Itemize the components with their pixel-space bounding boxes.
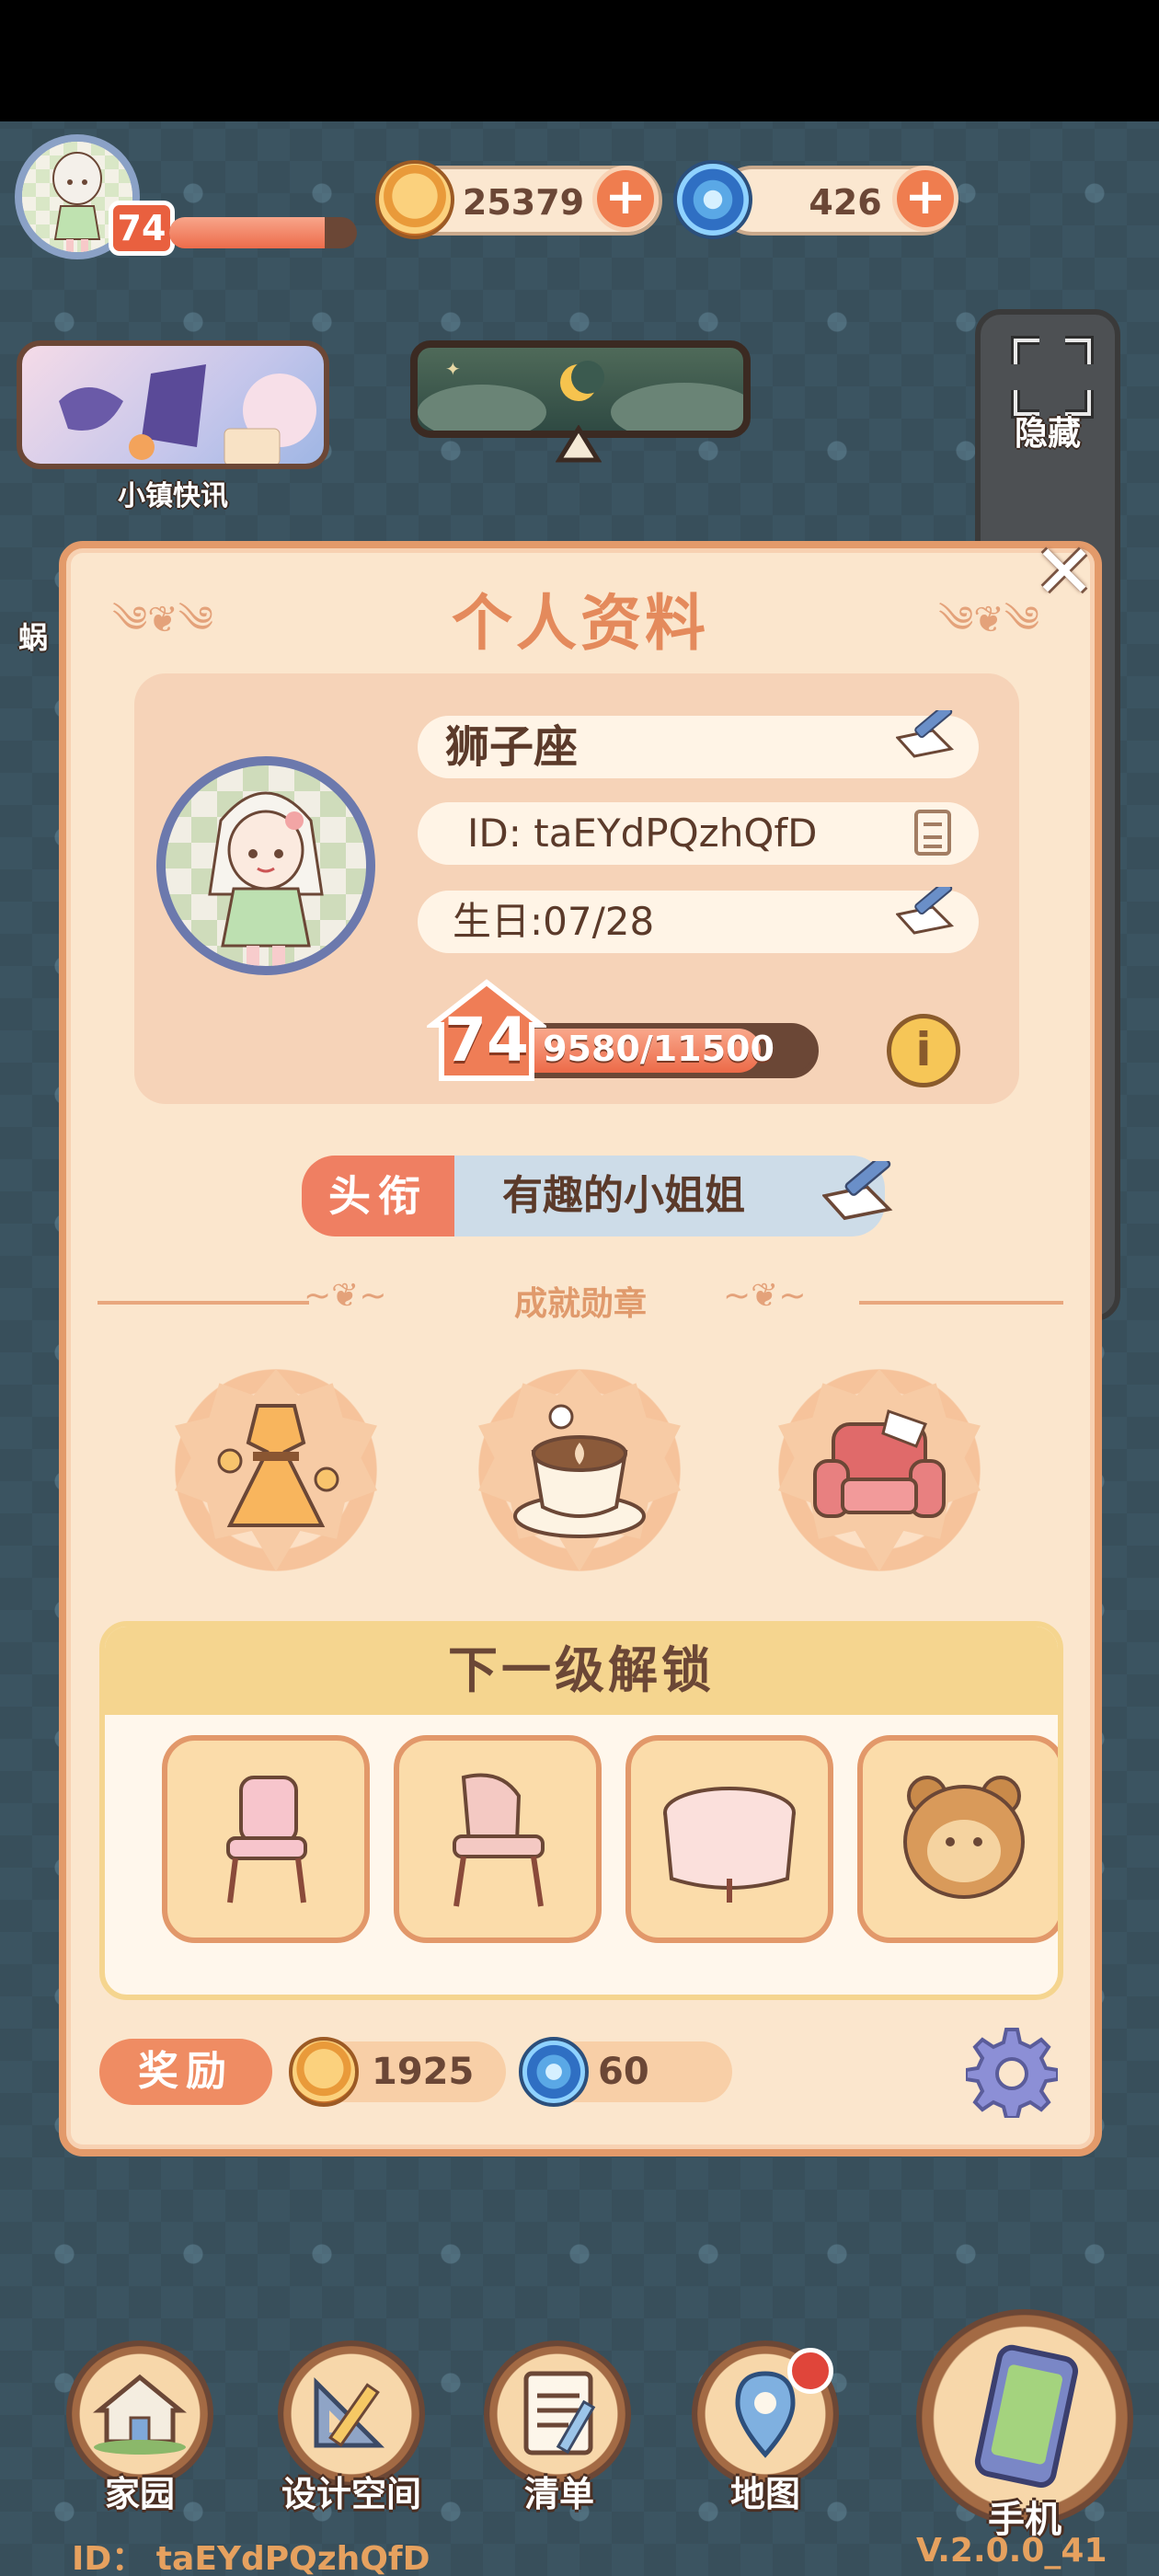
add-coins-button[interactable]: + bbox=[592, 166, 659, 232]
settings-gear-icon[interactable] bbox=[966, 2026, 1058, 2118]
reward-coin-icon bbox=[289, 2037, 359, 2107]
ruler-triangle-icon bbox=[314, 2376, 385, 2448]
town-news-card[interactable] bbox=[17, 340, 329, 469]
svg-text:✦: ✦ bbox=[445, 358, 461, 380]
nav-map-label[interactable]: 地图 bbox=[673, 2466, 857, 2516]
nav-design-label[interactable]: 设计空间 bbox=[250, 2466, 453, 2516]
achievement-flourish-right-icon: ~❦~ bbox=[723, 1277, 807, 1315]
player-level-badge: 74 bbox=[109, 201, 175, 256]
title-tag-label: 头衔 bbox=[302, 1156, 454, 1236]
edit-name-pencil-icon[interactable] bbox=[896, 710, 957, 758]
copy-id-icon[interactable] bbox=[914, 810, 951, 856]
bear-plush-icon[interactable] bbox=[857, 1735, 1058, 1943]
pointer-arrow-icon bbox=[556, 425, 602, 463]
add-gems-button[interactable]: + bbox=[892, 166, 958, 232]
status-bar-area bbox=[0, 0, 1159, 121]
town-news-label: 小镇快讯 bbox=[118, 480, 228, 512]
latte-cup-icon bbox=[513, 1404, 646, 1538]
hide-label[interactable]: 隐藏 bbox=[981, 407, 1115, 454]
footer-version: V.2.0.0_41 bbox=[916, 2532, 1107, 2570]
wooden-chair-drawing bbox=[453, 1773, 545, 1907]
round-table-icon[interactable] bbox=[625, 1735, 833, 1943]
news-banner-art-icon bbox=[59, 364, 316, 464]
birthday-field: 生日:07/28 bbox=[418, 891, 979, 953]
nickname-field: 狮子座 bbox=[418, 716, 979, 778]
user-id-field: ID: taEYdPQzhQfD bbox=[418, 802, 979, 865]
profile-card: 狮子座 ID: taEYdPQzhQfD 生日:07/28 9580/11500 bbox=[134, 673, 1019, 1104]
chibi-girl-portrait-icon bbox=[208, 791, 324, 966]
reward-gems-amount: 60 bbox=[598, 2051, 649, 2093]
nav-home-label[interactable]: 家园 bbox=[48, 2466, 232, 2516]
wooden-chair-icon[interactable] bbox=[394, 1735, 602, 1943]
reward-coins-amount: 1925 bbox=[372, 2051, 475, 2093]
bear-plush-drawing bbox=[903, 1776, 1025, 1899]
exp-text: 9580/11500 bbox=[543, 1029, 775, 1069]
nickname-text: 狮子座 bbox=[445, 721, 579, 773]
reward-gem-icon bbox=[519, 2037, 589, 2107]
pink-chair-icon[interactable] bbox=[162, 1735, 370, 1943]
dress-icon bbox=[217, 1404, 339, 1527]
house-icon bbox=[92, 2374, 188, 2455]
reward-label: 奖励 bbox=[99, 2039, 272, 2105]
footer-user-id: ID： taEYdPQzhQfD bbox=[72, 2540, 430, 2576]
nav-checklist-label[interactable]: 清单 bbox=[467, 2466, 651, 2516]
side-partial-label: 蜗 bbox=[17, 620, 48, 655]
swirl-gem-icon bbox=[673, 160, 752, 239]
next-unlock-panel: 下一级解锁 bbox=[99, 1621, 1063, 2000]
profile-modal: ༄❦༄ ༄❦༄ 个人资料 狮子座 ID: taEYdPQzhQfD 生日:07/… bbox=[59, 541, 1102, 2156]
armchair-medal-icon[interactable] bbox=[778, 1369, 981, 1571]
pink-chair-drawing bbox=[226, 1776, 307, 1903]
title-tag-value: 有趣的小姐姐 bbox=[454, 1156, 885, 1236]
moon-clouds-icon: ✦ bbox=[418, 358, 743, 431]
day-night-indicator[interactable]: ✦ bbox=[410, 340, 751, 438]
chibi-girl-icon bbox=[52, 152, 102, 252]
profile-avatar[interactable] bbox=[156, 756, 375, 975]
user-id-text: ID: taEYdPQzhQfD bbox=[467, 811, 818, 856]
armchair-icon bbox=[813, 1409, 946, 1518]
player-xp-fill bbox=[169, 217, 326, 248]
close-modal-button[interactable]: ✕ bbox=[1032, 535, 1096, 609]
unlock-items-row[interactable] bbox=[105, 1715, 1058, 1995]
latte-cup-medal-icon[interactable] bbox=[478, 1369, 681, 1571]
round-table-drawing bbox=[663, 1787, 796, 1903]
dress-medal-icon[interactable] bbox=[175, 1369, 377, 1571]
divider-right bbox=[859, 1301, 1063, 1305]
map-notification-dot bbox=[787, 2348, 833, 2394]
player-xp-bar bbox=[169, 217, 357, 248]
coin-icon bbox=[375, 160, 454, 239]
edit-birthday-pencil-icon[interactable] bbox=[896, 887, 957, 935]
edit-title-pencil-icon[interactable] bbox=[822, 1161, 896, 1222]
modal-title: 个人资料 bbox=[452, 588, 709, 659]
checklist-icon bbox=[523, 2371, 596, 2455]
coin-amount: 25379 bbox=[462, 182, 585, 223]
next-unlock-header: 下一级解锁 bbox=[105, 1627, 1058, 1715]
level-info-button[interactable]: i bbox=[887, 1014, 960, 1087]
profile-level-number: 74 bbox=[444, 1005, 529, 1075]
birthday-text: 生日:07/28 bbox=[453, 899, 655, 944]
